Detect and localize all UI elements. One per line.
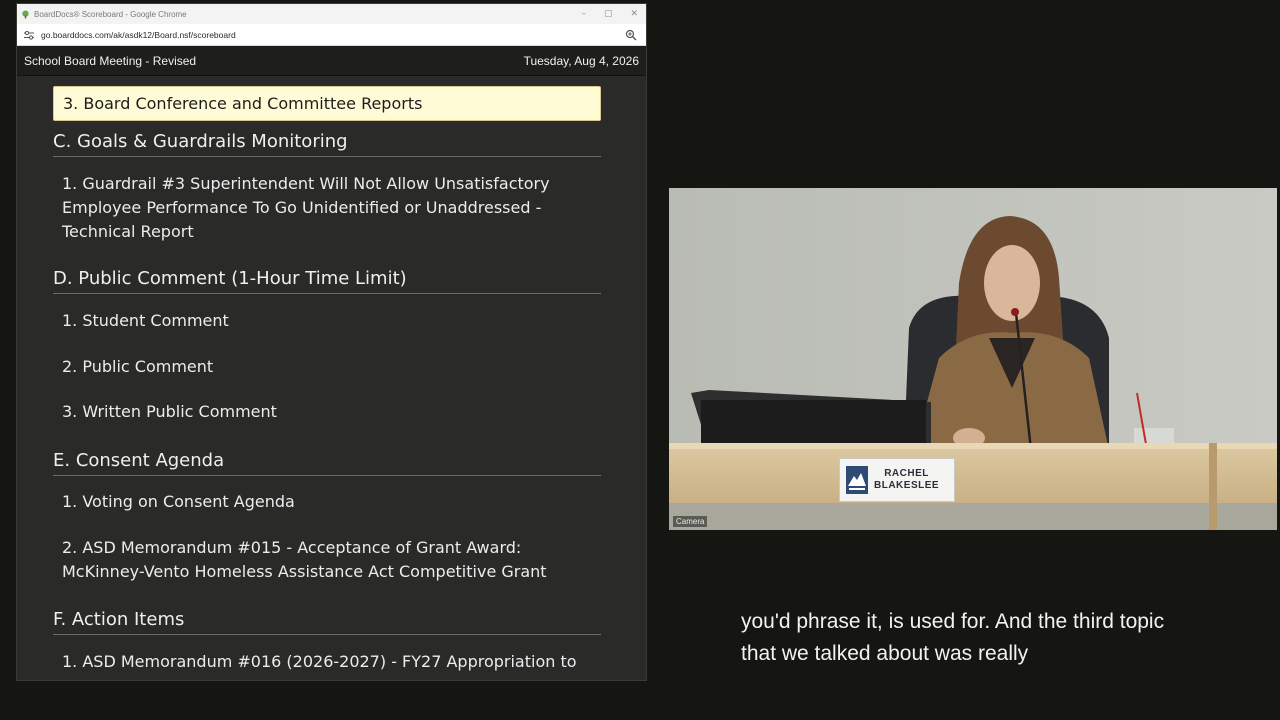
agenda-item: 1. Student Comment (62, 311, 229, 330)
agenda-item: 1. Voting on Consent Agenda (62, 492, 295, 511)
agenda-section-heading: D. Public Comment (1-Hour Time Limit) (53, 268, 601, 294)
caption-line: that we talked about was really (741, 642, 1029, 665)
zoom-icon[interactable] (625, 29, 637, 41)
agenda-scoreboard[interactable]: 3. Board Conference and Committee Report… (17, 76, 646, 680)
window-title: BoardDocs® Scoreboard - Google Chrome (34, 9, 187, 19)
nameplate: RACHEL BLAKESLEE (839, 458, 955, 502)
agenda-item: 3. Written Public Comment (62, 402, 277, 421)
close-button[interactable]: ✕ (630, 9, 638, 19)
agenda-item: 1. Guardrail #3 Superintendent Will Not … (62, 174, 550, 241)
nameplate-last-name: BLAKESLEE (874, 480, 940, 491)
camera-scene (669, 188, 1277, 530)
agenda-item: 2. ASD Memorandum #015 - Acceptance of G… (62, 538, 547, 581)
browser-titlebar[interactable]: BoardDocs® Scoreboard - Google Chrome – … (17, 4, 646, 24)
current-agenda-item: 3. Board Conference and Committee Report… (53, 86, 601, 121)
district-mountain-logo-icon (846, 466, 868, 494)
url-text[interactable]: go.boarddocs.com/ak/asdk12/Board.nsf/sco… (41, 30, 236, 40)
caption-line: you'd phrase it, is used for. And the th… (741, 610, 1165, 633)
minimize-button[interactable]: – (581, 9, 586, 19)
boarddocs-tree-icon (22, 9, 29, 19)
meeting-title: School Board Meeting - Revised (24, 53, 197, 68)
agenda-section-heading: C. Goals & Guardrails Monitoring (53, 131, 601, 157)
camera-feed: RACHEL BLAKESLEE Camera (669, 188, 1277, 530)
site-settings-icon[interactable] (23, 29, 35, 41)
live-captions: you'd phrase it, is used for. And the th… (741, 606, 1221, 670)
agenda-section-heading: F. Action Items (53, 609, 601, 635)
nameplate-first-name: RACHEL (884, 468, 929, 479)
nameplate-name: RACHEL BLAKESLEE (874, 468, 939, 492)
meeting-date: Tuesday, Aug 4, 2026 (523, 53, 639, 68)
browser-window: BoardDocs® Scoreboard - Google Chrome – … (16, 3, 647, 681)
agenda-section-heading: E. Consent Agenda (53, 450, 601, 476)
address-bar[interactable]: go.boarddocs.com/ak/asdk12/Board.nsf/sco… (17, 24, 646, 46)
camera-label: Camera (673, 516, 708, 527)
maximize-button[interactable]: ▢ (604, 9, 613, 19)
agenda-item: 2. Public Comment (62, 357, 214, 376)
agenda-item: 1. ASD Memorandum #016 (2026-2027) - FY2… (62, 652, 577, 671)
meeting-header: School Board Meeting - Revised Tuesday, … (17, 46, 646, 76)
